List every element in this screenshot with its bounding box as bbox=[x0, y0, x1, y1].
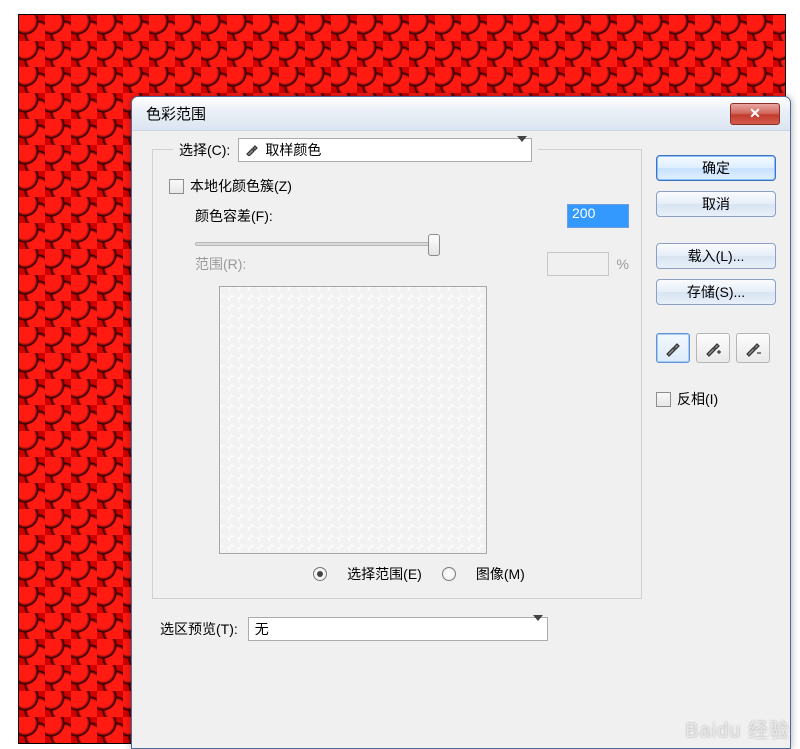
radio-image-label: 图像(M) bbox=[476, 564, 525, 584]
load-label: 载入(L)... bbox=[688, 246, 745, 266]
selection-preview-label: 选区预览(T): bbox=[160, 619, 238, 639]
save-label: 存储(S)... bbox=[687, 282, 745, 302]
eyedropper-icon bbox=[664, 339, 682, 357]
localized-row: 本地化颜色簇(Z) bbox=[169, 176, 629, 196]
cancel-button[interactable]: 取消 bbox=[656, 191, 776, 217]
selection-preview-value: 无 bbox=[255, 619, 269, 639]
eyedropper-add-button[interactable] bbox=[696, 333, 730, 363]
load-button[interactable]: 载入(L)... bbox=[656, 243, 776, 269]
dialog-body: 选择(C): 取样颜色 本地化颜色簇(Z) 颜色容差(F): bbox=[132, 131, 790, 748]
dialog-title: 色彩范围 bbox=[146, 103, 730, 124]
invert-row: 反相(I) bbox=[656, 389, 776, 409]
selection-preview-row: 选区预览(T): 无 bbox=[152, 613, 642, 641]
chevron-down-icon bbox=[517, 142, 527, 158]
localized-checkbox[interactable] bbox=[169, 179, 184, 194]
selection-preview-combo[interactable]: 无 bbox=[248, 617, 548, 641]
ok-button[interactable]: 确定 bbox=[656, 155, 776, 181]
slider-knob[interactable] bbox=[428, 234, 440, 256]
chevron-down-icon bbox=[533, 621, 543, 637]
titlebar: 色彩范围 ✕ bbox=[132, 97, 790, 131]
range-label: 范围(R): bbox=[195, 254, 246, 274]
ok-label: 确定 bbox=[702, 158, 730, 178]
selection-preview-image bbox=[219, 286, 487, 554]
invert-checkbox[interactable] bbox=[656, 392, 671, 407]
radio-selection[interactable] bbox=[313, 567, 327, 581]
main-fieldset: 选择(C): 取样颜色 本地化颜色簇(Z) 颜色容差(F): bbox=[152, 149, 642, 599]
select-label: 选择(C): bbox=[179, 140, 230, 160]
preview-mode-radios: 选择范围(E) 图像(M) bbox=[209, 564, 629, 584]
eyedropper-plus-icon bbox=[704, 339, 722, 357]
slider-track bbox=[195, 242, 435, 246]
localized-label: 本地化颜色簇(Z) bbox=[190, 176, 292, 196]
close-button[interactable]: ✕ bbox=[730, 103, 780, 125]
eyedropper-mini-icon bbox=[245, 142, 259, 159]
color-range-dialog: 色彩范围 ✕ 选择(C): 取样颜色 bbox=[131, 96, 791, 749]
range-input bbox=[547, 252, 609, 276]
select-combo[interactable]: 取样颜色 bbox=[238, 138, 532, 162]
invert-label: 反相(I) bbox=[677, 389, 718, 409]
cancel-label: 取消 bbox=[702, 194, 730, 214]
right-column: 确定 取消 载入(L)... 存储(S)... 反相(I) bbox=[656, 149, 776, 738]
radio-selection-label: 选择范围(E) bbox=[347, 564, 422, 584]
eyedropper-tools bbox=[656, 333, 776, 363]
range-unit: % bbox=[617, 256, 629, 272]
select-combo-value: 取样颜色 bbox=[265, 140, 321, 160]
eyedropper-subtract-button[interactable] bbox=[736, 333, 770, 363]
left-column: 选择(C): 取样颜色 本地化颜色簇(Z) 颜色容差(F): bbox=[152, 149, 642, 738]
fuzziness-label: 颜色容差(F): bbox=[195, 206, 273, 226]
range-row: 范围(R): % bbox=[195, 252, 629, 276]
eyedropper-sample-button[interactable] bbox=[656, 333, 690, 363]
radio-image[interactable] bbox=[442, 567, 456, 581]
close-icon: ✕ bbox=[749, 105, 761, 122]
fuzziness-slider[interactable] bbox=[195, 242, 629, 246]
save-button[interactable]: 存储(S)... bbox=[656, 279, 776, 305]
select-row: 选择(C): 取样颜色 bbox=[173, 138, 538, 162]
fuzziness-input[interactable]: 200 bbox=[567, 204, 629, 228]
fuzziness-row: 颜色容差(F): 200 bbox=[195, 204, 629, 228]
eyedropper-minus-icon bbox=[744, 339, 762, 357]
